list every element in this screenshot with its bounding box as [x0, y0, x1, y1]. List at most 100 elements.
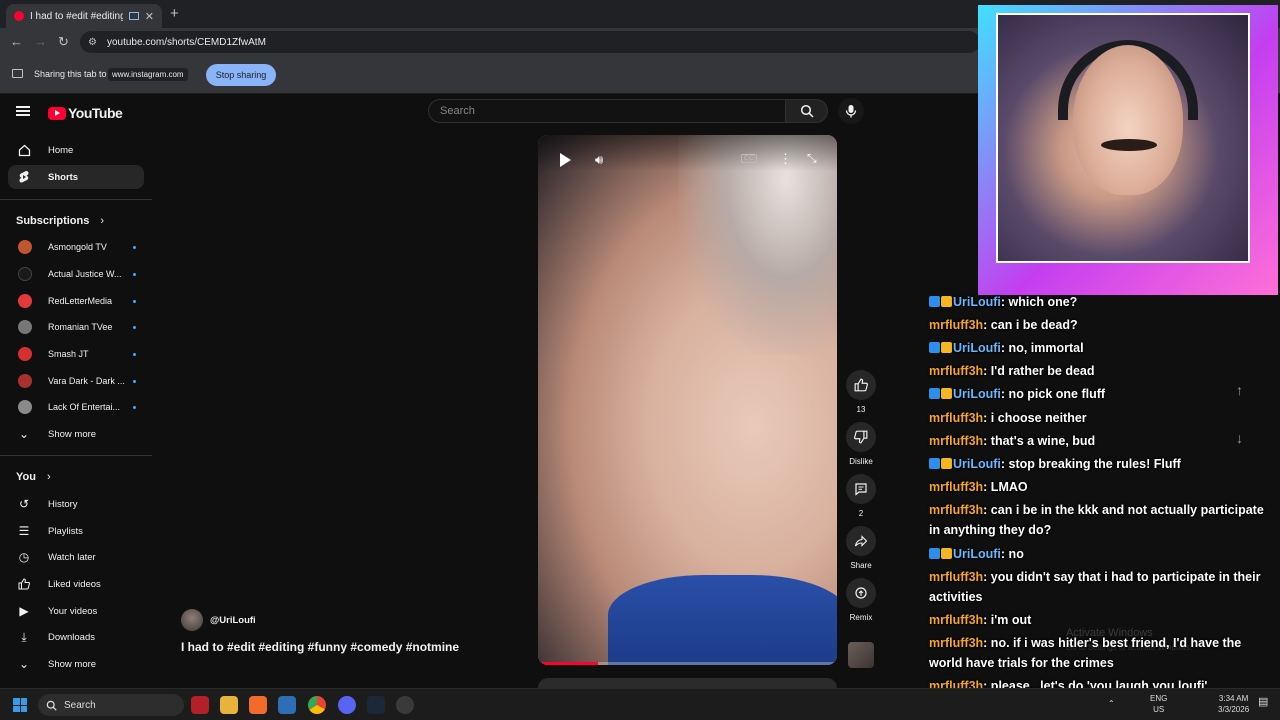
chat-username[interactable]: mrfluff3h	[929, 480, 983, 494]
notifications-icon[interactable]: ▤	[1258, 697, 1268, 708]
store-icon[interactable]	[278, 696, 296, 714]
comments-button[interactable]: 2	[846, 474, 876, 518]
share-label: Share	[850, 561, 872, 570]
your-videos-icon: ▶	[19, 604, 29, 618]
show-more-you-button[interactable]: ⌄ Show more	[8, 652, 144, 676]
shorts-video-player[interactable]: 🔊︎ CC ⋮ ⤡	[538, 135, 837, 665]
obs-icon[interactable]	[396, 696, 414, 714]
region-code: US	[1153, 705, 1165, 714]
windows-taskbar: Search ⌃ ENG US 3:34 AM 3/3/2026 ▤	[0, 688, 1280, 720]
channel-info[interactable]: @UriLoufi	[181, 609, 256, 631]
sidebar-subscription[interactable]: Actual Justice W...	[8, 263, 144, 285]
dislike-button[interactable]: Dislike	[846, 422, 876, 466]
sidebar-subscription[interactable]: Lack Of Entertai...	[8, 396, 144, 418]
windows-start-icon[interactable]	[13, 698, 27, 712]
sidebar-subscription[interactable]: Vara Dark - Dark ...	[8, 370, 144, 392]
chrome-icon[interactable]	[308, 696, 326, 714]
play-icon[interactable]	[560, 153, 571, 167]
language-indicator[interactable]: ENG US	[1150, 693, 1167, 715]
chat-username[interactable]: mrfluff3h	[929, 411, 983, 425]
discord-icon[interactable]	[338, 696, 356, 714]
sidebar-item-your-videos[interactable]: ▶ Your videos	[8, 599, 144, 623]
sidebar-item-home[interactable]: Home	[8, 138, 144, 162]
chat-username[interactable]: mrfluff3h	[929, 318, 983, 332]
new-content-dot	[133, 352, 136, 356]
sidebar-item-history[interactable]: ↺ History	[8, 492, 144, 516]
show-more-subscriptions-button[interactable]: ⌄ Show more	[8, 422, 144, 446]
video-frame-detail	[608, 575, 837, 665]
volume-icon[interactable]: 🔊︎	[595, 152, 603, 168]
url-field[interactable]: ⚙ youtube.com/shorts/CEMD1ZfwAtM	[80, 31, 980, 53]
like-icon	[846, 370, 876, 400]
subscriptions-heading[interactable]: Subscriptions ›	[16, 215, 104, 227]
new-content-dot	[133, 272, 136, 276]
chat-username[interactable]: mrfluff3h	[929, 503, 983, 517]
back-button[interactable]: ←	[10, 34, 23, 49]
share-button[interactable]: Share	[846, 526, 876, 570]
chat-username[interactable]: UriLoufi	[953, 547, 1001, 561]
sidebar-item-shorts[interactable]: Shorts	[8, 165, 144, 189]
steam-icon[interactable]	[367, 696, 385, 714]
chat-username[interactable]: UriLoufi	[953, 457, 1001, 471]
chat-text: : no pick one fluff	[1000, 387, 1106, 401]
chat-username[interactable]: UriLoufi	[953, 341, 1001, 355]
webcam-frame	[996, 13, 1250, 263]
arrow-down-icon[interactable]: ↓	[1236, 430, 1243, 446]
sidebar-item-playlists[interactable]: ☰ Playlists	[8, 519, 144, 543]
sidebar-subscription[interactable]: Smash JT	[8, 343, 144, 365]
sidebar-item-label: Playlists	[48, 525, 83, 537]
chat-username[interactable]: mrfluff3h	[929, 434, 983, 448]
chat-username[interactable]: mrfluff3h	[929, 613, 983, 627]
tab-close-icon[interactable]: ✕	[145, 10, 154, 23]
remix-icon	[846, 578, 876, 608]
site-info-icon[interactable]: ⚙	[88, 37, 97, 48]
sidebar-subscription[interactable]: Romanian TVee	[8, 316, 144, 338]
fullscreen-icon[interactable]: ⤡	[807, 151, 817, 166]
sidebar-item-liked-videos[interactable]: Liked videos	[8, 572, 144, 596]
chat-username[interactable]: mrfluff3h	[929, 636, 983, 650]
stop-sharing-button[interactable]: Stop sharing	[206, 64, 276, 86]
chat-username[interactable]: mrfluff3h	[929, 570, 983, 584]
chat-username[interactable]: UriLoufi	[953, 387, 1001, 401]
new-tab-button[interactable]: +	[170, 5, 179, 22]
avatar	[18, 294, 32, 308]
like-button[interactable]: 13	[846, 370, 876, 414]
browser-tab[interactable]: I had to #edit #editing #fu ✕	[6, 4, 162, 28]
chat-message: mrfluff3h: no. if i was hitler's best fr…	[929, 633, 1274, 673]
captions-icon[interactable]: CC	[741, 154, 758, 163]
chat-username[interactable]: UriLoufi	[953, 295, 1001, 309]
channel-name[interactable]: @UriLoufi	[210, 615, 256, 626]
avatar	[18, 240, 32, 254]
arrow-up-icon[interactable]: ↑	[1236, 382, 1243, 398]
sound-thumbnail[interactable]	[848, 642, 874, 668]
more-options-icon[interactable]: ⋮	[779, 151, 792, 167]
show-more-label: Show more	[48, 428, 97, 440]
sidebar-item-watch-later[interactable]: ◷ Watch later	[8, 545, 144, 569]
taskbar-search[interactable]: Search	[38, 694, 184, 716]
chat-username[interactable]: mrfluff3h	[929, 364, 983, 378]
youtube-logo[interactable]: YouTube	[48, 105, 123, 121]
sidebar-item-label: Watch later	[48, 551, 96, 563]
sharing-text: Sharing this tab to	[34, 69, 107, 79]
video-progress-bar[interactable]	[538, 662, 837, 665]
tray-overflow-icon[interactable]: ⌃	[1108, 698, 1115, 709]
chat-text: : i choose neither	[983, 411, 1087, 425]
clock[interactable]: 3:34 AM 3/3/2026	[1218, 693, 1249, 715]
reload-button[interactable]: ↻	[58, 34, 69, 50]
sidebar-item-downloads[interactable]: ⤓ Downloads	[8, 625, 144, 649]
clock-date: 3/3/2026	[1218, 705, 1250, 714]
chat-message: mrfluff3h: that's a wine, bud	[929, 431, 1274, 451]
voice-search-button[interactable]	[838, 98, 864, 124]
channel-avatar[interactable]	[181, 609, 203, 631]
sidebar-subscription[interactable]: RedLetterMedia	[8, 290, 144, 312]
menu-icon[interactable]	[16, 106, 30, 116]
remix-button[interactable]: Remix	[846, 578, 876, 622]
forward-button[interactable]: →	[34, 34, 47, 49]
brave-browser-icon[interactable]	[249, 696, 267, 714]
you-heading[interactable]: You ›	[16, 471, 51, 483]
file-explorer-icon[interactable]	[220, 696, 238, 714]
app-icon[interactable]	[191, 696, 209, 714]
sidebar-subscription[interactable]: Asmongold TV	[8, 236, 144, 258]
search-input[interactable]: Search	[428, 99, 786, 123]
search-button[interactable]	[786, 99, 828, 123]
